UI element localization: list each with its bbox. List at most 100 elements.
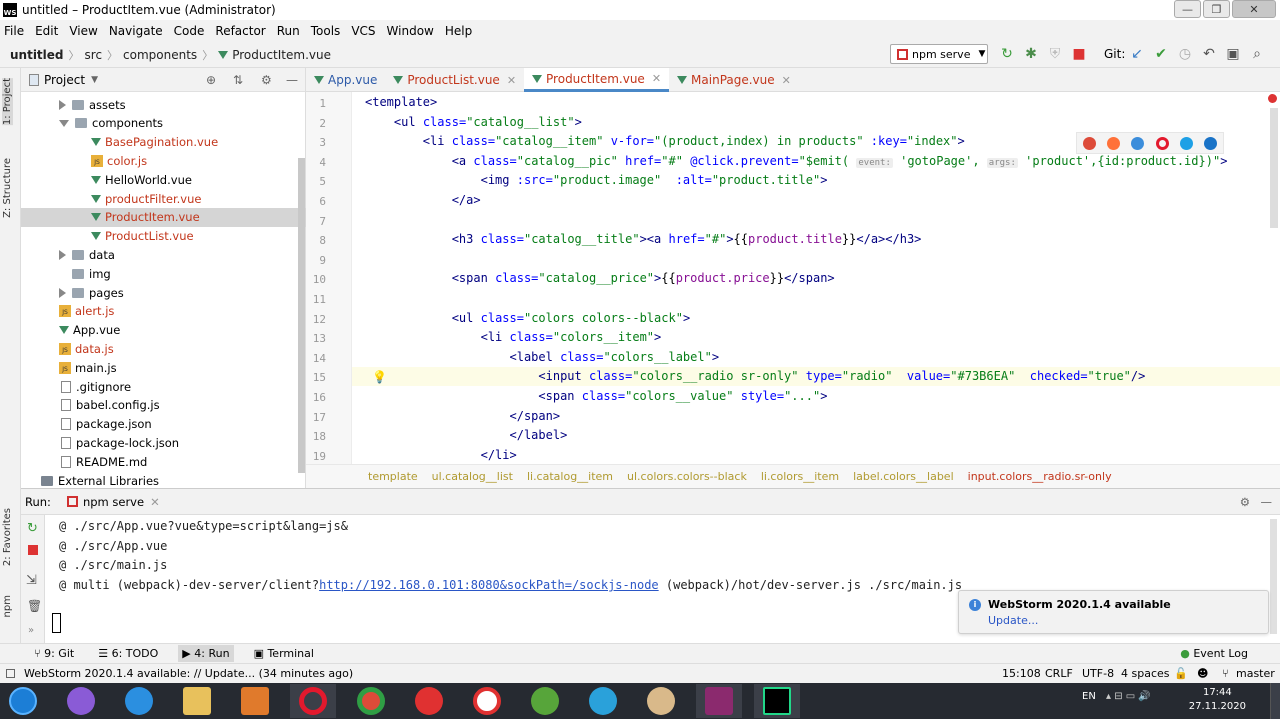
editor-breadcrumb-item[interactable]: li.catalog__item (527, 470, 613, 483)
chevron-down-icon[interactable] (59, 119, 69, 127)
tree-scrollbar[interactable] (298, 158, 305, 473)
menu-view[interactable]: View (69, 24, 97, 38)
chevron-right-icon[interactable] (59, 249, 66, 260)
caret-position[interactable]: 15:108 (1002, 667, 1041, 680)
tree-item[interactable]: ProductList.vue (21, 227, 306, 246)
code-line[interactable]: </label> (365, 428, 568, 442)
lightbulb-icon[interactable]: 💡 (372, 370, 387, 384)
menu-help[interactable]: Help (445, 24, 472, 38)
line-separator[interactable]: CRLF (1045, 667, 1073, 680)
coverage-icon[interactable]: ⛨ (1046, 46, 1064, 62)
tree-item[interactable]: App.vue (21, 321, 306, 340)
tree-item[interactable]: productFilter.vue (21, 189, 306, 208)
restore-layout-icon[interactable]: ⇲ (26, 573, 37, 588)
taskbar-app-media[interactable] (232, 684, 278, 718)
code-line[interactable]: <ul class="catalog__list"> (365, 115, 582, 129)
taskbar-app-browser-purple[interactable] (58, 684, 104, 718)
search-icon[interactable]: ⌕ (1248, 46, 1266, 62)
hide-icon[interactable]: — (286, 73, 298, 87)
indent-setting[interactable]: 4 spaces (1121, 667, 1170, 680)
tree-item[interactable]: data (21, 245, 306, 264)
language-indicator[interactable]: EN (1082, 691, 1096, 702)
collapse-icon[interactable]: ⇅ (233, 73, 243, 87)
editor-tab[interactable]: MainPage.vue ✕ (669, 68, 799, 92)
dev-server-link[interactable]: http://192.168.0.101:8080&sockPath=/sock… (319, 578, 659, 592)
minimize-button[interactable]: — (1174, 0, 1201, 18)
history-icon[interactable]: ◷ (1176, 46, 1194, 62)
menu-edit[interactable]: Edit (35, 24, 58, 38)
editor-tab[interactable]: ProductList.vue ✕ (385, 68, 524, 92)
error-indicator-icon[interactable] (1268, 94, 1277, 103)
code-line[interactable]: </span> (365, 409, 561, 423)
code-line[interactable]: <li class="colors__item"> (365, 330, 662, 344)
chevron-right-icon[interactable] (59, 287, 66, 298)
editor-scrollbar[interactable] (1270, 108, 1278, 228)
tree-item[interactable]: .gitignore (21, 377, 306, 396)
taskbar-app-yandex[interactable] (406, 684, 452, 718)
inspector-icon[interactable]: ☻ (1197, 667, 1208, 680)
status-message[interactable]: WebStorm 2020.1.4 available: // Update..… (24, 667, 353, 680)
firefox-icon[interactable] (1106, 136, 1120, 150)
taskbar-app-yandex-browser[interactable] (464, 684, 510, 718)
tree-item[interactable]: pages (21, 283, 306, 302)
tree-item[interactable]: BasePagination.vue (21, 133, 306, 152)
commit-icon[interactable]: ✔ (1152, 46, 1170, 62)
chrome-icon[interactable] (1082, 136, 1096, 150)
code-line[interactable]: <template> (365, 95, 437, 109)
tool-tab-run[interactable]: ▶ 4: Run (178, 645, 234, 662)
nav-crumb-project[interactable]: untitled (10, 48, 64, 62)
editor-tab[interactable]: ProductItem.vue ✕ (524, 68, 670, 92)
editor-breadcrumb-item[interactable]: template (368, 470, 418, 483)
tool-tab-npm[interactable]: npm (2, 595, 13, 617)
menu-refactor[interactable]: Refactor (215, 24, 265, 38)
tree-item[interactable]: JS color.js (21, 151, 306, 170)
close-icon[interactable]: ✕ (150, 495, 160, 509)
ie-icon[interactable] (1179, 136, 1193, 150)
update-project-icon[interactable]: ↙ (1128, 46, 1146, 62)
taskbar-app-telegram[interactable] (580, 684, 626, 718)
tree-item[interactable]: img (21, 264, 306, 283)
tool-tab-favorites[interactable]: 2: Favorites (2, 508, 13, 566)
editor-breadcrumb-item[interactable]: input.colors__radio.sr-only (968, 470, 1112, 483)
tool-tab-git[interactable]: ⑂ 9: Git (30, 645, 78, 662)
run-config-tab[interactable]: npm serve (83, 495, 144, 509)
taskbar-app-opera[interactable] (290, 684, 336, 718)
close-icon[interactable]: ✕ (782, 74, 791, 87)
run-scrollbar[interactable] (1270, 519, 1277, 634)
editor-breadcrumb-item[interactable]: ul.colors.colors--black (627, 470, 747, 483)
editor-tab[interactable]: App.vue (306, 68, 385, 92)
rerun-icon[interactable]: ↻ (27, 521, 38, 536)
tool-tab-todo[interactable]: ☰ 6: TODO (94, 645, 162, 662)
layout-icon[interactable]: ▣ (1224, 46, 1242, 62)
tree-item[interactable]: README.md (21, 452, 306, 471)
taskbar-app-webstorm[interactable] (754, 684, 800, 718)
code-line[interactable]: </li> (365, 448, 517, 462)
tree-item[interactable]: JS data.js (21, 339, 306, 358)
notification-update-link[interactable]: Update... (988, 614, 1038, 627)
edge-icon[interactable] (1204, 136, 1218, 150)
start-button[interactable] (0, 684, 46, 718)
menu-vcs[interactable]: VCS (351, 24, 375, 38)
show-desktop-button[interactable] (1270, 683, 1280, 719)
tree-item[interactable]: package-lock.json (21, 433, 306, 452)
menu-navigate[interactable]: Navigate (109, 24, 163, 38)
tree-item[interactable]: components (21, 114, 306, 133)
stop-icon[interactable]: ■ (1070, 46, 1088, 62)
tree-item[interactable]: assets (21, 95, 306, 114)
chevron-down-icon[interactable]: ▼ (91, 75, 98, 85)
code-line[interactable]: <label class="colors__label"> (365, 350, 720, 364)
editor-breadcrumb-item[interactable]: label.colors__label (853, 470, 954, 483)
nav-crumb-components[interactable]: components (123, 48, 197, 62)
close-button[interactable]: ✕ (1232, 0, 1276, 18)
event-log-button[interactable]: ● Event Log (1180, 647, 1248, 660)
tree-item[interactable]: JS main.js (21, 358, 306, 377)
taskbar-app-ie[interactable] (116, 684, 162, 718)
taskbar-app-explorer[interactable] (174, 684, 220, 718)
maximize-button[interactable]: ❐ (1203, 0, 1230, 18)
hide-icon[interactable]: — (1261, 495, 1273, 509)
code-line[interactable]: <ul class="colors colors--black"> (365, 311, 690, 325)
taskbar-app-winrar[interactable] (696, 684, 742, 718)
tree-item[interactable]: package.json (21, 415, 306, 434)
chevron-right-icon[interactable] (59, 99, 66, 110)
tree-item[interactable]: ProductItem.vue (21, 207, 306, 227)
